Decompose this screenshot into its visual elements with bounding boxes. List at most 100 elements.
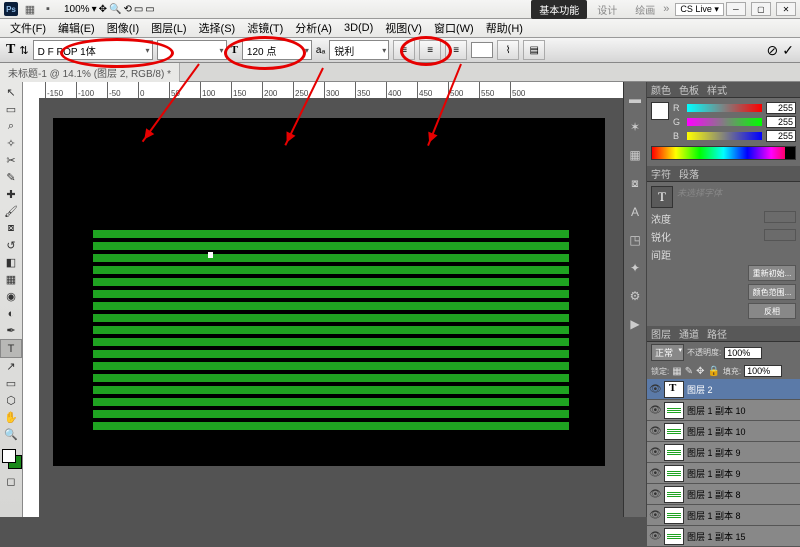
visibility-icon[interactable]: 👁 xyxy=(649,510,661,521)
zoom-tool-icon[interactable]: 🔍 xyxy=(1,426,21,443)
type-tool-icon[interactable]: T xyxy=(0,339,22,358)
workspace-paint[interactable]: 绘画 xyxy=(627,0,663,19)
menu-analysis[interactable]: 分析(A) xyxy=(289,20,338,36)
doc-tab[interactable]: 未标题-1 @ 14.1% (图层 2, RGB/8) * xyxy=(0,63,180,82)
tab-character[interactable]: 字符 xyxy=(651,166,671,181)
g-value[interactable]: 255 xyxy=(766,116,796,128)
fill-value[interactable]: 100% xyxy=(744,365,782,377)
lock-trans-icon[interactable]: ▦ xyxy=(672,366,681,377)
workspace-basic[interactable]: 基本功能 xyxy=(531,0,587,19)
canvas[interactable] xyxy=(39,98,623,517)
screenmode-icon[interactable]: ▭ xyxy=(145,4,154,15)
tool-preset-icon[interactable]: ⚙ xyxy=(630,289,641,303)
visibility-icon[interactable]: 👁 xyxy=(649,531,661,542)
layer-row[interactable]: 👁图层 1 副本 15 xyxy=(647,526,800,547)
cancel-icon[interactable]: ⊘ xyxy=(767,42,779,59)
3d-tool-icon[interactable]: ⬡ xyxy=(1,392,21,409)
char-btn-1[interactable]: 重新初始... xyxy=(748,265,796,281)
path-tool-icon[interactable]: ↗ xyxy=(1,358,21,375)
orientation-icon[interactable]: ⇅ xyxy=(19,44,28,57)
align-left-icon[interactable]: ≡ xyxy=(393,40,415,60)
tab-swatches[interactable]: 色板 xyxy=(679,82,699,97)
swatches-panel-icon[interactable]: ▦ xyxy=(629,148,640,162)
menu-layer[interactable]: 图层(L) xyxy=(145,20,192,36)
quickmask-icon[interactable]: ◻ xyxy=(1,473,21,490)
zoom-value[interactable]: 100% xyxy=(64,4,90,15)
font-size-dropdown[interactable]: 120 点 xyxy=(242,40,312,60)
visibility-icon[interactable]: 👁 xyxy=(649,384,661,395)
menu-select[interactable]: 选择(S) xyxy=(193,20,242,36)
align-right-icon[interactable]: ≡ xyxy=(445,40,467,60)
fg-color-swatch[interactable] xyxy=(2,449,16,463)
crop-tool-icon[interactable]: ✂ xyxy=(1,152,21,169)
tab-styles[interactable]: 样式 xyxy=(707,82,727,97)
shape-tool-icon[interactable]: ▭ xyxy=(1,375,21,392)
brush-tool-icon[interactable]: 🖌 xyxy=(1,203,21,220)
arrange-icon[interactable]: ▭ xyxy=(134,4,143,15)
visibility-icon[interactable]: 👁 xyxy=(649,447,661,458)
blend-mode-dropdown[interactable]: 正常 xyxy=(651,344,684,361)
spectrum-ramp[interactable] xyxy=(651,146,796,160)
pen-tool-icon[interactable]: ✒ xyxy=(1,322,21,339)
menu-edit[interactable]: 编辑(E) xyxy=(52,20,101,36)
menu-3d[interactable]: 3D(D) xyxy=(338,22,379,34)
visibility-icon[interactable]: 👁 xyxy=(649,426,661,437)
opacity-value[interactable]: 100% xyxy=(724,347,762,359)
tab-layers[interactable]: 图层 xyxy=(651,326,671,341)
layer-row[interactable]: 👁图层 1 副本 9 xyxy=(647,463,800,484)
workspace-more-icon[interactable]: » xyxy=(663,3,669,15)
lasso-tool-icon[interactable]: ⌕ xyxy=(1,118,21,135)
menu-view[interactable]: 视图(V) xyxy=(379,20,428,36)
gradient-tool-icon[interactable]: ▦ xyxy=(1,271,21,288)
r-slider[interactable] xyxy=(687,104,762,112)
menu-help[interactable]: 帮助(H) xyxy=(480,20,529,36)
rotate-view-icon[interactable]: ⟲ xyxy=(123,4,131,15)
maximize-icon[interactable]: ▢ xyxy=(751,2,771,16)
actions-panel-icon[interactable]: ▶ xyxy=(630,317,639,331)
zoom-caret-icon[interactable]: ▾ xyxy=(92,4,97,15)
hand-tool-icon[interactable]: ✋ xyxy=(1,409,21,426)
commit-icon[interactable]: ✓ xyxy=(782,42,794,59)
visibility-icon[interactable]: 👁 xyxy=(649,468,661,479)
workspace-design[interactable]: 设计 xyxy=(589,0,625,19)
close-icon[interactable]: ✕ xyxy=(776,2,796,16)
menu-filter[interactable]: 滤镜(T) xyxy=(241,20,289,36)
antialias-dropdown[interactable]: 锐利 xyxy=(329,40,389,60)
brush-panel-icon[interactable]: ✶ xyxy=(630,120,640,134)
layer-row[interactable]: 👁图层 1 副本 9 xyxy=(647,442,800,463)
layer-row[interactable]: 👁图层 2 xyxy=(647,379,800,400)
nav-panel-icon[interactable]: ◳ xyxy=(629,233,640,247)
menu-image[interactable]: 图像(I) xyxy=(101,20,145,36)
stamp-tool-icon[interactable]: ⧇ xyxy=(1,220,21,237)
layer-row[interactable]: 👁图层 1 副本 8 xyxy=(647,505,800,526)
visibility-icon[interactable]: 👁 xyxy=(649,405,661,416)
hand-tool-icon[interactable]: ✥ xyxy=(99,4,107,15)
history-brush-icon[interactable]: ↺ xyxy=(1,237,21,254)
layer-row[interactable]: 👁图层 1 副本 8 xyxy=(647,484,800,505)
zoom-tool-icon[interactable]: 🔍 xyxy=(109,4,121,15)
r-value[interactable]: 255 xyxy=(766,102,796,114)
minimize-icon[interactable]: ─ xyxy=(726,2,746,16)
tab-paths[interactable]: 路径 xyxy=(707,326,727,341)
char-panel-toggle-icon[interactable]: ▤ xyxy=(523,40,545,60)
char-btn-3[interactable]: 反相 xyxy=(748,303,796,319)
menu-window[interactable]: 窗口(W) xyxy=(428,20,480,36)
lock-pixel-icon[interactable]: ✎ xyxy=(685,366,693,377)
align-center-icon[interactable]: ≡ xyxy=(419,40,441,60)
tab-color[interactable]: 颜色 xyxy=(651,82,671,97)
heal-tool-icon[interactable]: ✚ xyxy=(1,186,21,203)
eyedropper-tool-icon[interactable]: ✎ xyxy=(1,169,21,186)
b-value[interactable]: 255 xyxy=(766,130,796,142)
visibility-icon[interactable]: 👁 xyxy=(649,489,661,500)
color-preview-swatch[interactable] xyxy=(651,102,669,120)
font-style-dropdown[interactable] xyxy=(157,40,227,60)
cslive-button[interactable]: CS Live ▾ xyxy=(675,3,724,16)
b-slider[interactable] xyxy=(687,132,762,140)
bridge-icon[interactable]: ▦ xyxy=(22,2,38,16)
font-family-dropdown[interactable]: D F POP 1体 xyxy=(33,40,153,60)
tab-channels[interactable]: 通道 xyxy=(679,326,699,341)
layer-row[interactable]: 👁图层 1 副本 10 xyxy=(647,421,800,442)
layer-row[interactable]: 👁图层 1 副本 10 xyxy=(647,400,800,421)
lock-all-icon[interactable]: 🔒 xyxy=(707,366,719,377)
lock-pos-icon[interactable]: ✥ xyxy=(696,366,704,377)
